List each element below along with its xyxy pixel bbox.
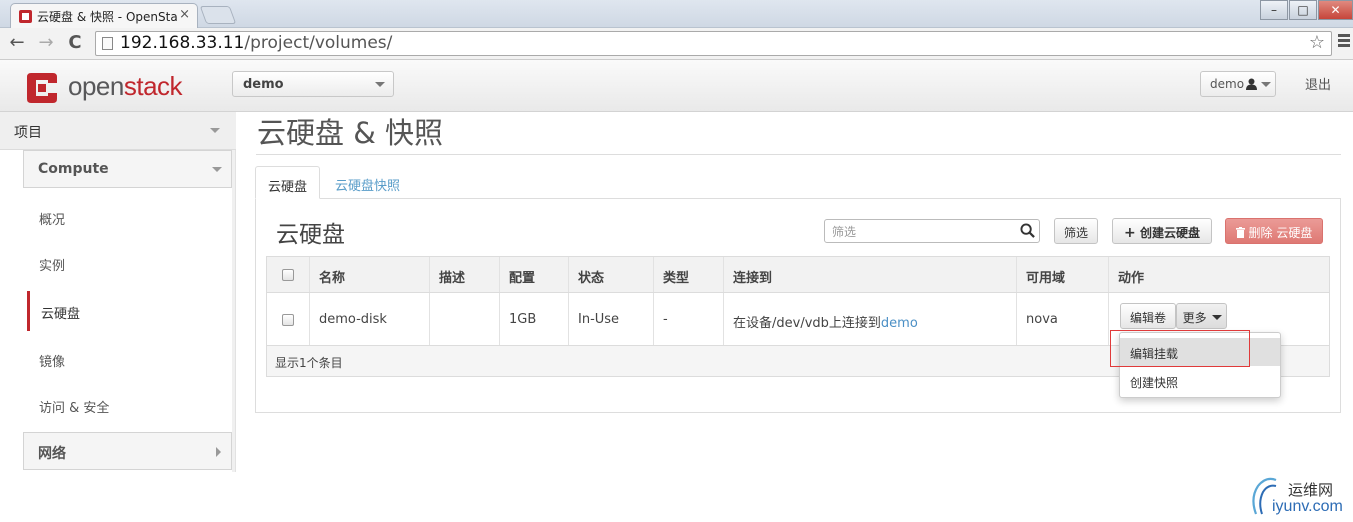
tab-volume-snapshots[interactable]: 云硬盘快照 xyxy=(323,166,412,199)
table-title: 云硬盘 xyxy=(276,222,345,248)
column-header: 动作 xyxy=(1108,257,1329,292)
chevron-down-icon xyxy=(212,167,222,172)
tab-close-icon[interactable]: × xyxy=(179,7,190,22)
address-bar[interactable]: 192.168.33.11/project/volumes/ ☆ xyxy=(95,31,1332,56)
chevron-down-icon xyxy=(210,128,220,133)
title-divider xyxy=(256,154,1341,155)
volume-size: 1GB xyxy=(499,293,568,345)
sidebar-project-label: 项目 xyxy=(14,125,42,141)
reload-icon[interactable]: C xyxy=(64,32,86,54)
browser-menu-icon[interactable] xyxy=(1338,34,1350,49)
chevron-right-icon xyxy=(216,447,221,457)
forward-icon[interactable]: → xyxy=(35,32,57,54)
watermark: 运维网 iyunv.com xyxy=(1248,474,1348,519)
openstack-logo-text: openstack xyxy=(68,71,183,101)
more-actions-label: 更多 xyxy=(1182,311,1207,325)
logout-link[interactable]: 退出 xyxy=(1305,74,1331,93)
new-tab-button[interactable] xyxy=(199,6,237,24)
volume-type: - xyxy=(653,293,723,345)
trash-icon xyxy=(1235,227,1245,238)
volume-zone: nova xyxy=(1016,293,1108,345)
sidebar-group-network-label: 网络 xyxy=(38,446,66,462)
sidebar-item-volumes[interactable]: 云硬盘 xyxy=(27,291,232,331)
delete-volumes-button[interactable]: 删除 云硬盘 xyxy=(1225,218,1323,244)
column-header[interactable]: 描述 xyxy=(429,257,499,292)
sidebar-group-compute-label: Compute xyxy=(38,161,109,177)
sidebar-item-instances[interactable]: 实例 xyxy=(27,243,232,283)
browser-tab[interactable]: 云硬盘 & 快照 - OpenSta × xyxy=(10,3,198,28)
select-all-cell xyxy=(267,257,309,292)
volume-name-link[interactable]: demo-disk xyxy=(309,293,429,345)
attached-instance-link[interactable]: demo xyxy=(881,316,918,331)
column-header[interactable]: 配置 xyxy=(499,257,568,292)
back-icon[interactable]: ← xyxy=(6,32,28,54)
highlight-box xyxy=(1110,330,1250,367)
chevron-down-icon xyxy=(1261,82,1271,87)
menu-item-create-snapshot[interactable]: 创建快照 xyxy=(1120,367,1280,395)
sidebar: 项目 Compute 概况 实例 云硬盘 镜像 访问 & 安全 网络 xyxy=(0,112,236,472)
openstack-header: openstack demo demo 退出 xyxy=(0,60,1353,112)
create-volume-button[interactable]: + 创建云硬盘 xyxy=(1112,218,1212,244)
sidebar-item-overview[interactable]: 概况 xyxy=(27,197,232,237)
openstack-logo-icon[interactable] xyxy=(24,71,60,105)
more-actions-button[interactable]: 更多 xyxy=(1176,303,1227,329)
column-header[interactable]: 状态 xyxy=(568,257,653,292)
filter-input[interactable]: 筛选 xyxy=(824,219,1040,243)
delete-volumes-label: 删除 云硬盘 xyxy=(1248,226,1313,240)
watermark-text-cn: 运维网 xyxy=(1288,481,1334,499)
bookmark-star-icon[interactable]: ☆ xyxy=(1309,32,1325,53)
tab-title: 云硬盘 & 快照 - OpenSta xyxy=(37,10,178,24)
filter-placeholder: 筛选 xyxy=(832,225,857,239)
edit-volume-button[interactable]: 编辑卷 xyxy=(1120,303,1176,329)
sidebar-project-header[interactable]: 项目 xyxy=(0,112,236,150)
volume-status: In-Use xyxy=(568,293,653,345)
user-name: demo xyxy=(1210,77,1245,91)
watermark-text-url: iyunv.com xyxy=(1272,498,1343,515)
user-icon xyxy=(1246,78,1257,90)
minimize-button[interactable]: – xyxy=(1260,0,1288,20)
row-select-cell xyxy=(267,293,309,345)
volume-attached-to: 在设备/dev/vdb上连接到demo xyxy=(723,293,1016,345)
openstack-favicon-icon xyxy=(19,10,32,23)
project-select[interactable]: demo xyxy=(232,71,394,97)
plus-icon: + xyxy=(1124,225,1136,241)
url-path: /project/volumes/ xyxy=(244,33,393,53)
url-host: 192.168.33.11 xyxy=(120,33,245,53)
sidebar-panel: Compute 概况 实例 云硬盘 镜像 访问 & 安全 网络 xyxy=(0,150,232,472)
project-select-value: demo xyxy=(243,77,284,92)
page-icon xyxy=(102,37,113,50)
filter-button[interactable]: 筛选 xyxy=(1054,218,1098,244)
chevron-down-icon xyxy=(375,82,385,87)
close-window-button[interactable]: ✕ xyxy=(1318,0,1353,20)
create-volume-label: 创建云硬盘 xyxy=(1139,226,1200,240)
row-checkbox[interactable] xyxy=(282,314,294,326)
page-title: 云硬盘 & 快照 xyxy=(257,116,444,150)
column-header[interactable]: 类型 xyxy=(653,257,723,292)
tab-volumes[interactable]: 云硬盘 xyxy=(255,166,320,199)
sidebar-item-images[interactable]: 镜像 xyxy=(27,339,232,379)
attached-text: 在设备/dev/vdb上连接到 xyxy=(733,316,881,331)
user-menu-button[interactable]: demo xyxy=(1200,71,1276,97)
table-header-row: 名称 描述 配置 状态 类型 连接到 可用域 动作 xyxy=(267,257,1329,293)
select-all-checkbox[interactable] xyxy=(282,269,294,281)
sidebar-group-network[interactable]: 网络 xyxy=(23,432,232,470)
browser-titlebar: 云硬盘 & 快照 - OpenSta × – □ ✕ xyxy=(0,0,1353,28)
search-icon[interactable] xyxy=(1020,223,1035,238)
browser-toolbar: ← → C 192.168.33.11/project/volumes/ ☆ xyxy=(0,28,1353,60)
sidebar-group-compute[interactable]: Compute xyxy=(23,150,232,188)
volume-description xyxy=(429,293,499,345)
sidebar-item-access-security[interactable]: 访问 & 安全 xyxy=(27,385,232,425)
maximize-button[interactable]: □ xyxy=(1289,0,1317,20)
column-header[interactable]: 连接到 xyxy=(723,257,1016,292)
column-header[interactable]: 可用域 xyxy=(1016,257,1108,292)
column-header[interactable]: 名称 xyxy=(309,257,429,292)
chevron-down-icon xyxy=(1212,315,1223,320)
